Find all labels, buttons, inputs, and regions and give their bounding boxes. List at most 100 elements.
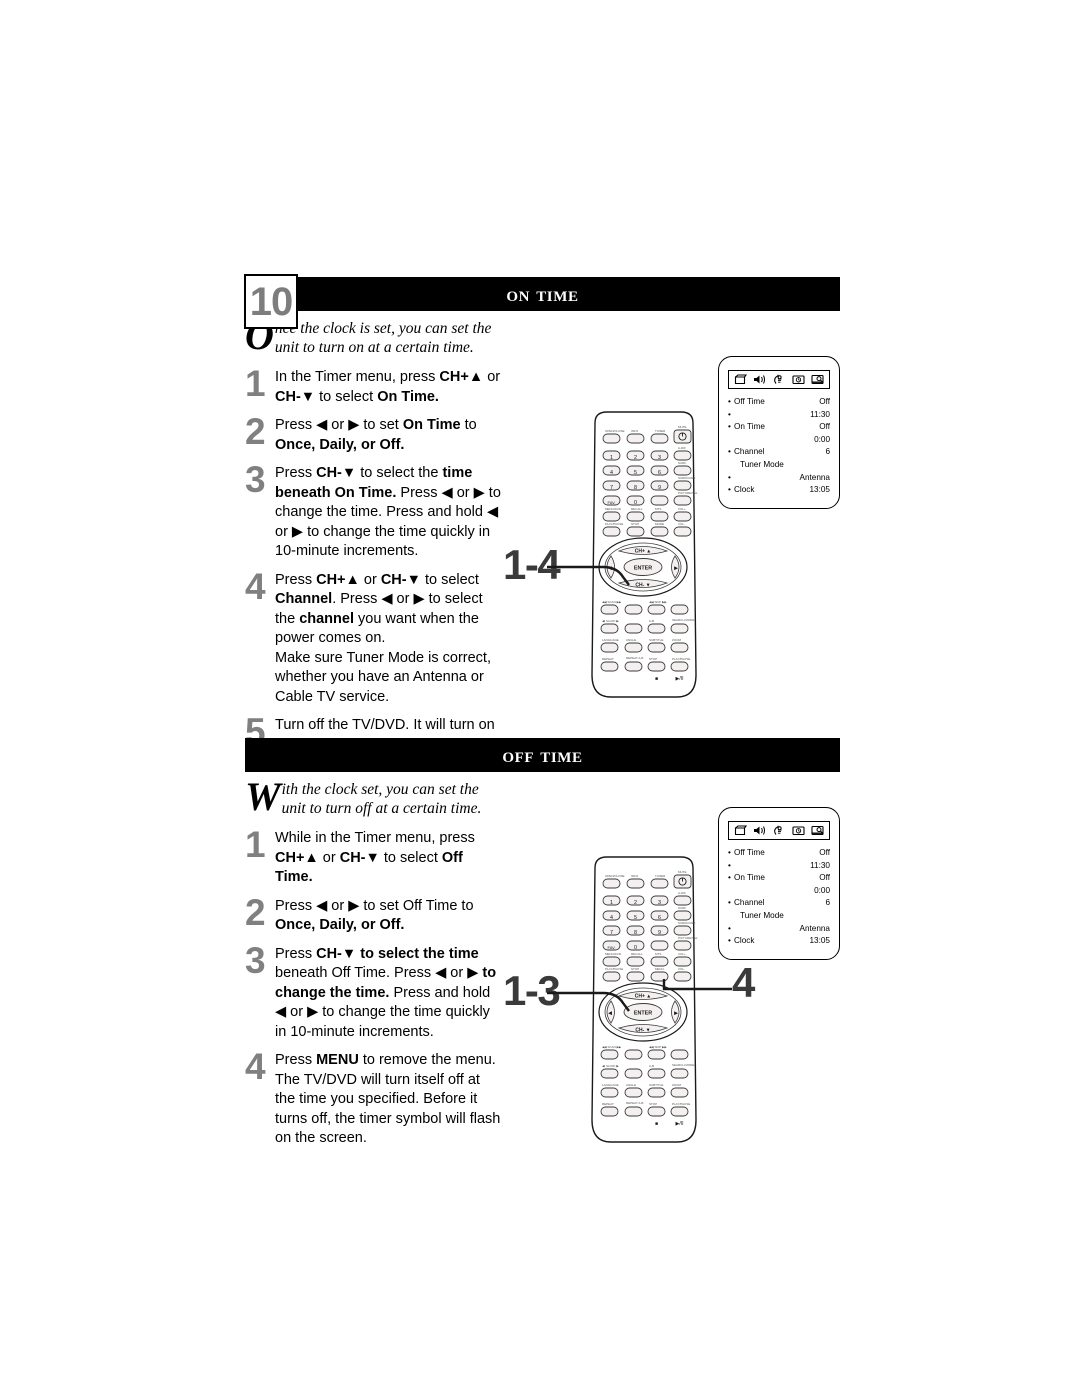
tv-menu-row: • 11:30 bbox=[728, 409, 830, 422]
svg-text:MTS: MTS bbox=[655, 507, 661, 511]
tv-menu-panel-off-time: • Off Time Off • 11:30 • On Time Off 0:00 • Channe… bbox=[718, 807, 840, 960]
svg-text:REPEAT: REPEAT bbox=[602, 1102, 614, 1106]
step-item: 2 Press ◀ or ▶ to set Off Time to Once, D… bbox=[245, 891, 503, 936]
callout-leader-1-4 bbox=[547, 565, 630, 586]
svg-text:MENU/DVD: MENU/DVD bbox=[605, 952, 622, 956]
svg-text:OPEN/CLOSE: OPEN/CLOSE bbox=[605, 874, 625, 878]
tv-menu-row-value: 6 bbox=[825, 447, 830, 457]
tv-menu-row-label: Tuner Mode bbox=[728, 910, 784, 923]
tv-menu-rows-on-time: • Off Time Off • 11:30 • On Time Off 0:00 • Channe… bbox=[728, 396, 830, 497]
svg-text:5: 5 bbox=[634, 915, 637, 921]
manual-page: 10 On Time Once the clock is set, you ca… bbox=[0, 0, 1080, 1397]
tv-menu-label-text: Off Time bbox=[734, 848, 765, 857]
svg-text:1: 1 bbox=[610, 455, 613, 461]
tv-menu-row: • 11:30 bbox=[728, 860, 830, 873]
svg-text:4: 4 bbox=[610, 470, 613, 476]
tv-menu-row-value: Off bbox=[819, 873, 830, 883]
step-number: 1 bbox=[245, 363, 266, 404]
tv-menu-row-value: 11:30 bbox=[810, 409, 830, 419]
svg-text:9: 9 bbox=[658, 930, 661, 936]
tv-menu-row: • Off Time Off bbox=[728, 396, 830, 409]
tv-menu-panel-on-time: • Off Time Off • 11:30 • On Time Off 0:00 • Channe… bbox=[718, 356, 840, 509]
tv-menu-label-text: Tuner Mode bbox=[740, 910, 784, 920]
tv-menu-row-label: • Off Time bbox=[728, 847, 765, 860]
install-icon bbox=[811, 825, 824, 836]
section-on-time: 10 On Time Once the clock is set, you ca… bbox=[244, 274, 840, 753]
tv-menu-row: • Off Time Off bbox=[728, 847, 830, 860]
tv-menu-row-label: • On Time bbox=[728, 421, 765, 434]
svg-text:2: 2 bbox=[634, 900, 637, 906]
svg-text:PICTURE/SEL: PICTURE/SEL bbox=[678, 936, 698, 940]
tv-menu-row-value: Off bbox=[819, 422, 830, 432]
svg-text:ZOOM: ZOOM bbox=[672, 1083, 681, 1087]
svg-text:INFO: INFO bbox=[631, 429, 639, 433]
svg-text:A-DIF: A-DIF bbox=[678, 446, 686, 450]
tv-menu-row-label: • bbox=[728, 923, 734, 936]
svg-text:▶/II: ▶/II bbox=[675, 676, 683, 682]
svg-text:9: 9 bbox=[658, 485, 661, 491]
tv-menu-row-value: 13:05 bbox=[809, 485, 831, 495]
tv-menu-row: Tuner Mode bbox=[728, 459, 830, 472]
tv-menu-row-value: 0:00 bbox=[814, 885, 830, 895]
section-header-on-time: 10 On Time bbox=[244, 274, 840, 329]
svg-text:▶: ▶ bbox=[674, 1011, 678, 1017]
step-text: Press CH-▼ to select the time beneath On… bbox=[275, 465, 501, 559]
step-item: 4 Press MENU to remove the menu. The TV/D… bbox=[245, 1048, 503, 1149]
tv-menu-row-label: • Clock bbox=[728, 484, 754, 497]
step-number: 1 bbox=[245, 824, 266, 865]
tv-menu-label-text: On Time bbox=[734, 422, 765, 432]
svg-text:STOP: STOP bbox=[649, 1102, 657, 1106]
svg-text:5: 5 bbox=[634, 470, 637, 476]
tv-menu-row-label: • On Time bbox=[728, 872, 765, 885]
svg-text:PLAY/PAUSE: PLAY/PAUSE bbox=[605, 967, 623, 971]
timer-icon bbox=[792, 375, 805, 385]
svg-text:8: 8 bbox=[634, 485, 637, 491]
tv-menu-row-value: Antenna bbox=[799, 923, 830, 933]
step-text: Press CH+▲ or CH-▼ to select Channel. Pr… bbox=[275, 571, 491, 705]
step-number: 3 bbox=[245, 459, 266, 500]
svg-text:8: 8 bbox=[634, 930, 637, 936]
svg-text:STOP: STOP bbox=[631, 967, 639, 971]
svg-text:SEARCH MODE: SEARCH MODE bbox=[672, 1063, 694, 1067]
svg-text:SURF: SURF bbox=[678, 461, 686, 465]
svg-text:6: 6 bbox=[658, 470, 661, 476]
svg-text:0: 0 bbox=[634, 945, 637, 951]
step-text: Press CH-▼ to select the time beneath Of… bbox=[275, 945, 497, 1040]
svg-text:MTS: MTS bbox=[655, 952, 661, 956]
svg-text:ANGLE: ANGLE bbox=[626, 1083, 636, 1087]
svg-text:STOP: STOP bbox=[631, 522, 639, 526]
svg-text:LANGUAGE: LANGUAGE bbox=[602, 638, 619, 642]
svg-text:SURROUND: SURROUND bbox=[678, 476, 696, 480]
svg-text:INFO: INFO bbox=[631, 874, 639, 878]
tv-menu-row-value: Antenna bbox=[799, 472, 830, 482]
callout-leader-4 bbox=[662, 979, 732, 991]
tv-menu-row-value: 0:00 bbox=[814, 434, 830, 444]
tv-menu-row-value: 6 bbox=[825, 898, 830, 908]
svg-text:LANGUAGE: LANGUAGE bbox=[602, 1083, 619, 1087]
tv-menu-row-label: • bbox=[728, 860, 734, 873]
tv-menu-row-label: • Channel bbox=[728, 446, 765, 459]
svg-text:4: 4 bbox=[610, 915, 613, 921]
step-item: 1 While in the Timer menu, press CH+▲ or … bbox=[245, 824, 503, 888]
tv-menu-row-label: • Channel bbox=[728, 897, 765, 910]
picture-icon bbox=[735, 374, 748, 385]
step-number: 2 bbox=[245, 891, 266, 933]
tv-menu-row: • On Time Off bbox=[728, 872, 830, 885]
tv-menu-row: • Antenna bbox=[728, 923, 830, 936]
svg-text:SURROUND: SURROUND bbox=[678, 921, 696, 925]
sound-icon bbox=[754, 375, 766, 384]
text-column-off-time: With the clock set, you can set the unit… bbox=[245, 777, 503, 1158]
tv-menu-icon-bar-2 bbox=[728, 821, 830, 840]
intro-paragraph-off-time: With the clock set, you can set the unit… bbox=[245, 777, 503, 818]
svg-text:■: ■ bbox=[655, 1121, 658, 1127]
svg-text:A-B: A-B bbox=[649, 1064, 654, 1068]
svg-text:PICTURE/SEL: PICTURE/SEL bbox=[678, 491, 698, 495]
tv-menu-label-text: Clock bbox=[734, 485, 755, 495]
step-number: 4 bbox=[245, 565, 266, 607]
svg-text:PLAY/PAUSE: PLAY/PAUSE bbox=[672, 657, 690, 661]
tv-menu-row: 0:00 bbox=[728, 885, 830, 898]
section-badge-number: 10 bbox=[249, 279, 293, 324]
svg-text:TUNER: TUNER bbox=[655, 429, 666, 433]
svg-text:1: 1 bbox=[610, 900, 613, 906]
tv-menu-row: 0:00 bbox=[728, 434, 830, 447]
